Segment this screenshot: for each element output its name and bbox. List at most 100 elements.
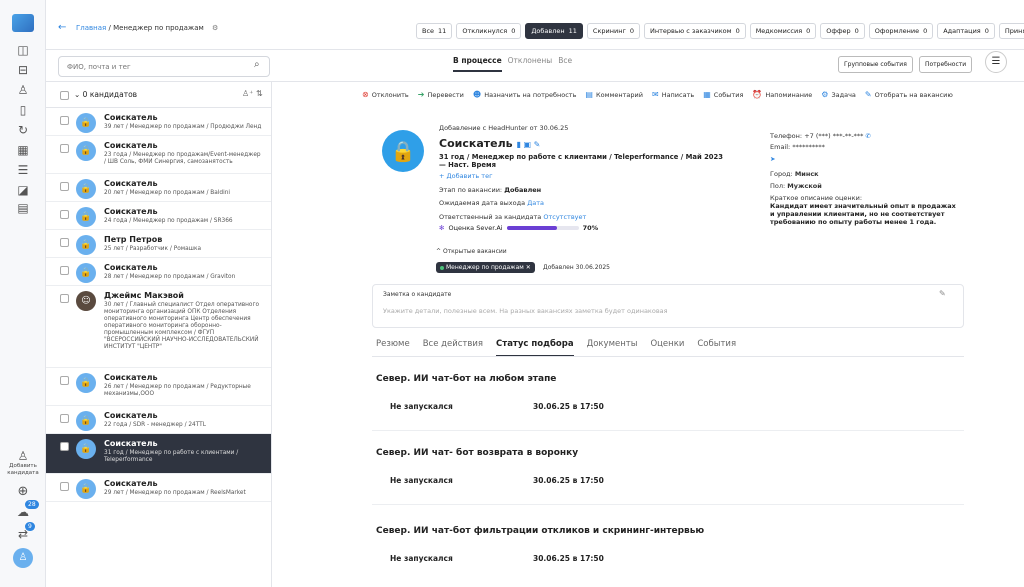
badge-transfer: 9 [25, 522, 35, 531]
tab-rejected[interactable]: Отклонены [508, 56, 553, 72]
candidate-checkbox[interactable] [60, 238, 69, 247]
ai-icon: ✻ [439, 224, 445, 232]
chart-icon[interactable]: ◪ [15, 182, 31, 198]
action-assign[interactable]: ☻ Назначить на потребность [473, 90, 577, 99]
add-candidate-icon[interactable]: ♙ [15, 448, 31, 464]
search-icon[interactable]: ⌕ [254, 59, 260, 70]
needs-button[interactable]: Потребности [919, 56, 973, 73]
search-input[interactable] [58, 56, 270, 77]
candidate-checkbox[interactable] [60, 266, 69, 275]
gear-icon[interactable]: ⚙ [212, 24, 218, 32]
candidate-checkbox[interactable] [60, 442, 69, 451]
candidate-list-item[interactable]: 🔒 Соискатель 22 года / SDR - менеджер / 24… [46, 406, 271, 434]
candidate-subtitle: 29 лет / Менеджер по продажам / ReelsMar… [104, 490, 246, 496]
stage-filter-0[interactable]: Все 11 [416, 23, 453, 39]
briefcase-icon[interactable]: ⊟ [15, 62, 31, 78]
stage-filter-6[interactable]: Оффер 0 [820, 23, 865, 39]
action-reject[interactable]: ⊗ Отклонить [362, 90, 409, 99]
candidate-checkbox[interactable] [60, 182, 69, 191]
candidate-list-item[interactable]: 🔒 Соискатель 20 лет / Менеджер по продажам… [46, 174, 271, 202]
candidate-list-item[interactable]: 🔒 Соискатель 23 года / Менеджер по продажа… [46, 136, 271, 174]
action-task[interactable]: ⚙ Задача [821, 90, 856, 99]
action-select[interactable]: ✎ Отобрать на вакансию [865, 90, 953, 99]
refresh-icon[interactable]: ↻ [15, 122, 31, 138]
action-calendar[interactable]: ▦ События [703, 90, 743, 99]
open-vacancies-toggle[interactable]: ^ Открытые вакансии [436, 248, 507, 255]
note-box[interactable]: Заметка о кандидате Укажите детали, поле… [372, 284, 964, 328]
candidate-checkbox[interactable] [60, 376, 69, 385]
gallery-icon[interactable]: ◫ [15, 42, 31, 58]
action-transfer[interactable]: ➔ Перевести [418, 90, 464, 99]
candidate-checkbox[interactable] [60, 414, 69, 423]
add-candidate-label[interactable]: Добавить кандидата [2, 463, 44, 477]
sort-filter-icon[interactable]: ♙⁺ ⇅ [242, 89, 263, 98]
candidate-list-item[interactable]: 🔒 Соискатель 39 лет / Менеджер по продажам… [46, 108, 271, 136]
candidate-list-item[interactable]: 🔒 Соискатель 28 лет / Менеджер по продажам… [46, 258, 271, 286]
stage-filter-5[interactable]: Медкомиссия 0 [749, 23, 817, 39]
candidate-subtitle: 25 лет / Разработчик / Ромашка [104, 246, 202, 252]
candidate-checkbox[interactable] [60, 294, 69, 303]
back-arrow-icon[interactable]: ← [58, 22, 66, 33]
profile-tabs: Резюме Все действия Статус подбора Документ… [376, 339, 736, 357]
lock-avatar-icon: 🔒 [76, 113, 96, 133]
candidate-checkbox[interactable] [60, 482, 69, 491]
logo[interactable] [12, 14, 34, 32]
bot-status-row: Не запускался 30.06.25 в 17:50 [390, 476, 604, 485]
stage-filter-7[interactable]: Оформление 0 [868, 23, 934, 39]
stage-filter-2[interactable]: Добавлен 11 [525, 23, 583, 39]
group-events-button[interactable]: Групповые события [838, 56, 913, 73]
telegram-icon[interactable]: ➤ [770, 155, 960, 163]
user-avatar[interactable]: ♙ [13, 548, 33, 568]
transfer-icon: ➔ [417, 90, 425, 99]
breadcrumb-home[interactable]: Главная [76, 24, 106, 32]
candidate-checkbox[interactable] [60, 144, 69, 153]
stage-filter-4[interactable]: Интервью с заказчиком 0 [644, 23, 746, 39]
candidate-list-item[interactable]: 🔒 Соискатель 24 года / Менеджер по продажа… [46, 202, 271, 230]
phone-icon[interactable]: ✆ [866, 132, 871, 140]
vacancy-chip[interactable]: Менеджер по продажам ✕ [436, 262, 535, 273]
stage-filter-9[interactable]: Принят0 [998, 23, 1024, 39]
tab-5[interactable]: События [697, 339, 736, 357]
candidate-photo: ☺ [76, 291, 96, 311]
tab-1[interactable]: Все действия [423, 339, 483, 357]
tab-0[interactable]: Резюме [376, 339, 410, 357]
tab-2[interactable]: Статус подбора [496, 339, 574, 357]
plus-icon[interactable]: ⊕ [15, 484, 31, 500]
tab-4[interactable]: Оценки [650, 339, 684, 357]
stage-filter-8[interactable]: Адаптация 0 [937, 23, 995, 39]
pencil-icon[interactable]: ✎ [939, 289, 946, 298]
action-toolbar: ⊗ Отклонить ➔ Перевести ☻ Назначить на потреб… [362, 90, 953, 99]
tab-in-progress[interactable]: В процессе [453, 56, 502, 72]
select-all-checkbox[interactable] [60, 91, 69, 100]
action-reminder[interactable]: ⏰ Напоминание [752, 90, 812, 99]
note-placeholder[interactable]: Укажите детали, полезные всем. На разных… [383, 307, 668, 315]
candidate-list-item[interactable]: 🔒 Соискатель 31 год / Менеджер по работе с… [46, 434, 271, 474]
users-icon[interactable]: ♙ [15, 82, 31, 98]
document-icon[interactable]: ▯ [15, 102, 31, 118]
action-comment[interactable]: ▤ Комментарий [585, 90, 643, 99]
reminder-icon: ⏰ [752, 90, 763, 99]
candidate-list-item[interactable]: 🔒 Соискатель 29 лет / Менеджер по продажам… [46, 474, 271, 502]
tab-all[interactable]: Все [558, 56, 572, 72]
stage-filter-1[interactable]: Откликнулся 0 [456, 23, 522, 39]
candidate-list-item[interactable]: 🔒 Петр Петров 25 лет / Разработчик / Ромаш… [46, 230, 271, 258]
action-mail[interactable]: ✉ Написать [652, 90, 694, 99]
bot-section-title: Север. ИИ чат- бот возврата в воронку [376, 448, 579, 458]
menu-icon[interactable]: ☰ [985, 51, 1007, 73]
candidate-list-item[interactable]: ☺ Джеймс Макэвой 30 лет / Главный специали… [46, 286, 271, 368]
candidate-checkbox[interactable] [60, 210, 69, 219]
add-tag-link[interactable]: + Добавить тег [439, 172, 493, 180]
candidate-avatar: 🔒 [382, 130, 424, 172]
name-actions-icon[interactable]: ▮ ▣ ✎ [517, 140, 541, 149]
list-icon[interactable]: ☰ [15, 162, 31, 178]
candidates-count[interactable]: ⌄ 0 кандидатов [74, 90, 137, 99]
grid-icon[interactable]: ▤ [15, 200, 31, 216]
stage-filter-3[interactable]: Скрининг 0 [586, 23, 641, 39]
section-divider [372, 430, 964, 431]
calendar-icon[interactable]: ▦ [15, 142, 31, 158]
exit-date-link[interactable]: Дата [527, 199, 544, 207]
candidate-list-item[interactable]: 🔒 Соискатель 26 лет / Менеджер по продажам… [46, 368, 271, 406]
candidate-checkbox[interactable] [60, 116, 69, 125]
tab-3[interactable]: Документы [587, 339, 638, 357]
responsible-link[interactable]: Отсутствует [543, 213, 586, 221]
